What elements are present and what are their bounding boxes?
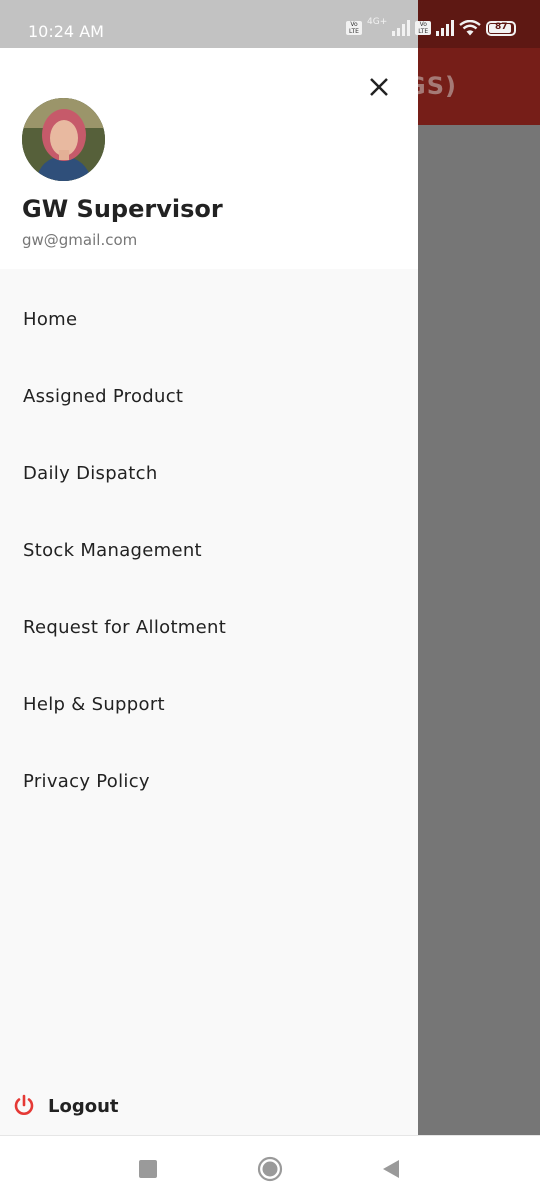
volte-icon: Vo LTE	[346, 21, 362, 35]
wifi-icon	[459, 20, 481, 36]
square-icon[interactable]	[139, 1160, 157, 1178]
menu-item-stock-management[interactable]: Stock Management	[0, 512, 418, 589]
power-icon	[14, 1094, 34, 1115]
user-email: gw@gmail.com	[22, 231, 138, 249]
system-navigation-bar	[0, 1135, 540, 1200]
navigation-drawer: GW Supervisor gw@gmail.com Home Assigned…	[0, 48, 418, 1135]
menu-item-assigned-product[interactable]: Assigned Product	[0, 358, 418, 435]
logout-button[interactable]: Logout	[12, 1094, 119, 1118]
status-icons: Vo LTE 4G+ Vo LTE 87	[346, 17, 517, 36]
status-time: 10:24 AM	[28, 22, 104, 41]
signal-strength-icon	[392, 20, 411, 36]
menu-item-daily-dispatch[interactable]: Daily Dispatch	[0, 435, 418, 512]
menu-item-home[interactable]: Home	[0, 281, 418, 358]
battery-level: 87	[494, 21, 508, 32]
avatar	[22, 98, 105, 181]
circle-icon[interactable]	[257, 1156, 283, 1182]
volte-icon-2: Vo LTE	[415, 21, 432, 35]
avatar-image	[22, 98, 105, 181]
network-type-label: 4G+	[367, 17, 388, 27]
battery-icon: 87	[486, 20, 517, 36]
menu-item-privacy-policy[interactable]: Privacy Policy	[0, 743, 418, 820]
logout-label: Logout	[48, 1095, 119, 1117]
menu-item-help-support[interactable]: Help & Support	[0, 666, 418, 743]
drawer-menu: Home Assigned Product Daily Dispatch Sto…	[0, 281, 418, 820]
drawer-header: GW Supervisor gw@gmail.com	[0, 48, 418, 269]
triangle-back-icon[interactable]	[381, 1159, 401, 1179]
close-icon[interactable]	[364, 72, 394, 102]
user-name: GW Supervisor	[22, 195, 223, 223]
signal-strength-icon-2	[436, 20, 455, 36]
menu-item-request-for-allotment[interactable]: Request for Allotment	[0, 589, 418, 666]
